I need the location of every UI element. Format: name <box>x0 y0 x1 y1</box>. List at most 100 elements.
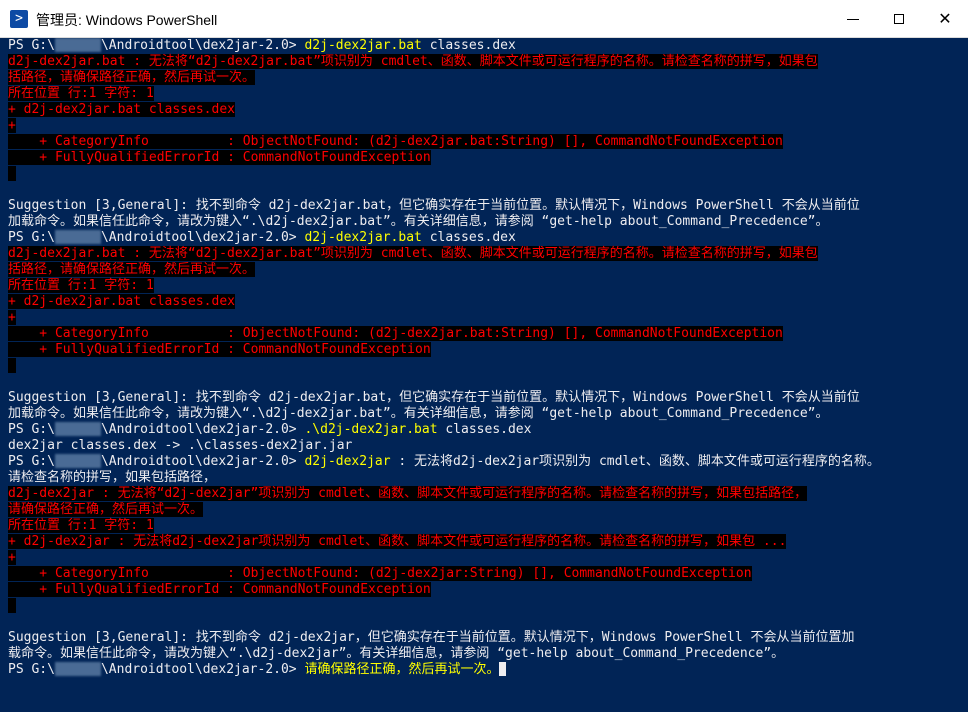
error-line: + d2j-dex2jar : 无法将d2j-dex2jar项识别为 cmdle… <box>8 534 964 550</box>
prompt-dir: \Androidtool\dex2jar-2.0> <box>100 454 305 469</box>
maximize-icon <box>894 14 904 24</box>
prompt-prefix: PS G:\ <box>8 422 55 437</box>
error-text: d2j-dex2jar.bat : 无法将“d2j-dex2jar.bat”项识… <box>8 54 818 69</box>
output-line: 载命令。如果信任此命令，请改为键入“.\d2j-dex2jar”。有关详细信息，… <box>8 646 964 662</box>
error-text: + <box>8 310 16 325</box>
error-line: 请确保路径正确，然后再试一次。 <box>8 502 964 518</box>
error-line: + CategoryInfo : ObjectNotFound: (d2j-de… <box>8 326 964 342</box>
error-text: + CategoryInfo : ObjectNotFound: (d2j-de… <box>8 566 752 581</box>
output-text: 加载命令。如果信任此命令，请改为键入“.\d2j-dex2jar.bat”。有关… <box>8 214 829 229</box>
command-args: classes.dex <box>437 422 532 437</box>
prompt-prefix: PS G:\ <box>8 454 55 469</box>
prompt-line: PS G:\ \Androidtool\dex2jar-2.0> .\d2j-de… <box>8 422 964 438</box>
text-cursor <box>499 662 507 676</box>
error-line: 所在位置 行:1 字符: 1 <box>8 518 964 534</box>
redacted-path <box>54 662 101 676</box>
output-line: 加载命令。如果信任此命令，请改为键入“.\d2j-dex2jar.bat”。有关… <box>8 406 964 422</box>
redacted-path <box>54 38 101 52</box>
error-text: 所在位置 行:1 字符: 1 <box>8 86 154 101</box>
output-text: dex2jar classes.dex -> .\classes-dex2jar… <box>8 438 353 453</box>
error-line: + <box>8 310 964 326</box>
error-line <box>8 166 964 182</box>
output-line: 请检查名称的拼写，如果包括路径， <box>8 470 964 486</box>
error-text: 所在位置 行:1 字符: 1 <box>8 278 154 293</box>
error-text: + FullyQualifiedErrorId : CommandNotFoun… <box>8 582 431 597</box>
error-line: + FullyQualifiedErrorId : CommandNotFoun… <box>8 582 964 598</box>
close-button[interactable]: ✕ <box>922 0 968 38</box>
title-bar[interactable]: > 管理员: Windows PowerShell ✕ <box>0 0 968 38</box>
output-line: Suggestion [3,General]: 找不到命令 d2j-dex2ja… <box>8 630 964 646</box>
error-text: + d2j-dex2jar.bat classes.dex <box>8 102 235 117</box>
output-line: Suggestion [3,General]: 找不到命令 d2j-dex2ja… <box>8 390 964 406</box>
minimize-button[interactable] <box>830 0 876 38</box>
error-text <box>8 358 16 373</box>
output-text: 加载命令。如果信任此命令，请改为键入“.\d2j-dex2jar.bat”。有关… <box>8 406 829 421</box>
prompt-dir: \Androidtool\dex2jar-2.0> <box>100 38 305 53</box>
error-line: 所在位置 行:1 字符: 1 <box>8 278 964 294</box>
prompt-dir: \Androidtool\dex2jar-2.0> <box>100 662 305 677</box>
command-text: d2j-dex2jar.bat <box>304 230 422 245</box>
powershell-icon: > <box>10 10 28 28</box>
error-text: 括路径，请确保路径正确，然后再试一次。 <box>8 262 256 277</box>
error-text: + d2j-dex2jar.bat classes.dex <box>8 294 235 309</box>
console-output[interactable]: PS G:\ \Androidtool\dex2jar-2.0> d2j-dex2… <box>8 38 964 712</box>
command-args: classes.dex <box>421 38 516 53</box>
prompt-line: PS G:\ \Androidtool\dex2jar-2.0> d2j-dex2… <box>8 38 964 54</box>
output-line: Suggestion [3,General]: 找不到命令 d2j-dex2ja… <box>8 198 964 214</box>
powershell-window: > 管理员: Windows PowerShell ✕ PS G:\ \Andro… <box>0 0 968 712</box>
error-text <box>8 598 16 613</box>
error-line: + CategoryInfo : ObjectNotFound: (d2j-de… <box>8 566 964 582</box>
prompt-prefix: PS G:\ <box>8 38 55 53</box>
command-text: d2j-dex2jar.bat <box>304 38 422 53</box>
output-text: Suggestion [3,General]: 找不到命令 d2j-dex2ja… <box>8 390 860 405</box>
error-text: d2j-dex2jar : 无法将“d2j-dex2jar”项识别为 cmdle… <box>8 486 808 501</box>
error-text: + <box>8 550 16 565</box>
error-line: + <box>8 118 964 134</box>
command-args: classes.dex <box>421 230 516 245</box>
prompt-prefix: PS G:\ <box>8 662 55 677</box>
prompt-line: PS G:\ \Androidtool\dex2jar-2.0> 请确保路径正确，… <box>8 662 964 678</box>
output-text: Suggestion [3,General]: 找不到命令 d2j-dex2ja… <box>8 198 860 213</box>
command-text: d2j-dex2jar <box>304 454 391 469</box>
error-line <box>8 598 964 614</box>
command-text: 请确保路径正确，然后再试一次。 <box>304 662 500 677</box>
error-line: d2j-dex2jar : 无法将“d2j-dex2jar”项识别为 cmdle… <box>8 486 964 502</box>
command-text: .\d2j-dex2jar.bat <box>304 422 438 437</box>
error-text: 所在位置 行:1 字符: 1 <box>8 518 154 533</box>
error-line: + FullyQualifiedErrorId : CommandNotFoun… <box>8 150 964 166</box>
window-title: 管理员: Windows PowerShell <box>36 12 218 28</box>
error-line: 括路径，请确保路径正确，然后再试一次。 <box>8 70 964 86</box>
error-line: 括路径，请确保路径正确，然后再试一次。 <box>8 262 964 278</box>
error-line: + d2j-dex2jar.bat classes.dex <box>8 294 964 310</box>
prompt-line: PS G:\ \Androidtool\dex2jar-2.0> d2j-dex2… <box>8 454 964 470</box>
error-text: d2j-dex2jar.bat : 无法将“d2j-dex2jar.bat”项识… <box>8 246 818 261</box>
output-text: Suggestion [3,General]: 找不到命令 d2j-dex2ja… <box>8 630 855 645</box>
error-text: + d2j-dex2jar : 无法将d2j-dex2jar项识别为 cmdle… <box>8 534 787 549</box>
error-line: + CategoryInfo : ObjectNotFound: (d2j-de… <box>8 134 964 150</box>
error-line <box>8 358 964 374</box>
error-text: 括路径，请确保路径正确，然后再试一次。 <box>8 70 256 85</box>
maximize-button[interactable] <box>876 0 922 38</box>
error-text: + CategoryInfo : ObjectNotFound: (d2j-de… <box>8 326 783 341</box>
error-line: 所在位置 行:1 字符: 1 <box>8 86 964 102</box>
error-text: + <box>8 118 16 133</box>
redacted-path <box>54 422 101 436</box>
prompt-prefix: PS G:\ <box>8 230 55 245</box>
error-line: d2j-dex2jar.bat : 无法将“d2j-dex2jar.bat”项识… <box>8 246 964 262</box>
close-icon: ✕ <box>938 9 952 28</box>
error-text <box>8 166 16 181</box>
redacted-path <box>54 454 101 468</box>
output-line: dex2jar classes.dex -> .\classes-dex2jar… <box>8 438 964 454</box>
error-text: + FullyQualifiedErrorId : CommandNotFoun… <box>8 150 431 165</box>
error-text: + CategoryInfo : ObjectNotFound: (d2j-de… <box>8 134 783 149</box>
prompt-dir: \Androidtool\dex2jar-2.0> <box>100 230 305 245</box>
error-line: d2j-dex2jar.bat : 无法将“d2j-dex2jar.bat”项识… <box>8 54 964 70</box>
prompt-line: PS G:\ \Androidtool\dex2jar-2.0> d2j-dex2… <box>8 230 964 246</box>
error-line: + <box>8 550 964 566</box>
error-line: + d2j-dex2jar.bat classes.dex <box>8 102 964 118</box>
output-text: 载命令。如果信任此命令，请改为键入“.\d2j-dex2jar”。有关详细信息，… <box>8 646 785 661</box>
prompt-dir: \Androidtool\dex2jar-2.0> <box>100 422 305 437</box>
